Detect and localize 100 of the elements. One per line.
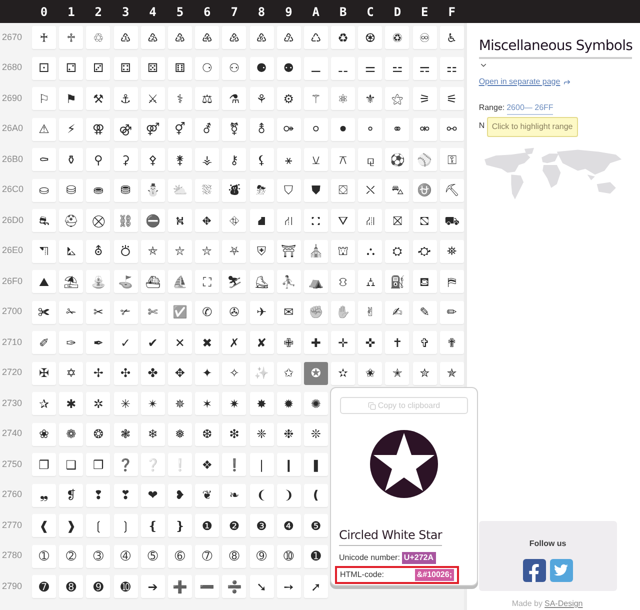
symbol-cell[interactable]: ✇ <box>222 300 246 324</box>
symbol-cell[interactable]: ⚛ <box>331 87 356 110</box>
symbol-cell[interactable]: ❚ <box>304 453 328 476</box>
symbol-cell[interactable]: ✮ <box>412 362 437 384</box>
symbol-cell[interactable]: ♽ <box>385 26 410 49</box>
symbol-cell[interactable]: ⚻ <box>331 148 356 171</box>
symbol-cell[interactable]: ✵ <box>168 392 192 415</box>
symbol-cell[interactable]: ✧ <box>222 362 246 384</box>
symbol-cell[interactable]: ⚊ <box>304 56 328 80</box>
symbol-cell[interactable]: ⛾ <box>412 270 437 293</box>
symbol-cell[interactable]: ⛚ <box>304 209 328 232</box>
symbol-cell[interactable]: ✆ <box>195 300 220 324</box>
symbol-cell[interactable]: ✈ <box>250 300 274 324</box>
symbol-cell[interactable]: ✡ <box>59 362 84 384</box>
symbol-cell[interactable]: ⛊ <box>304 178 328 202</box>
symbol-cell[interactable]: ✑ <box>59 331 84 354</box>
symbol-cell[interactable]: ⚨ <box>250 118 274 140</box>
symbol-cell[interactable]: ⛏ <box>440 178 464 202</box>
symbol-cell[interactable]: ❀ <box>32 422 56 446</box>
symbol-cell[interactable]: ⛘ <box>250 209 274 232</box>
symbol-cell[interactable]: ✴ <box>140 392 165 415</box>
symbol-cell[interactable]: ⛗ <box>222 209 246 232</box>
symbol-cell[interactable]: ⚄ <box>140 56 165 80</box>
symbol-cell[interactable]: ♷ <box>222 26 246 49</box>
symbol-cell[interactable]: ✒ <box>86 331 110 354</box>
symbol-cell[interactable]: ⚱ <box>59 148 84 171</box>
symbol-cell[interactable]: ⚽ <box>385 148 410 171</box>
symbol-cell[interactable]: ➓ <box>114 575 138 598</box>
symbol-cell[interactable]: ✲ <box>86 392 110 415</box>
symbol-cell[interactable]: ⛪ <box>304 240 328 262</box>
symbol-cell[interactable]: ♱ <box>59 26 84 49</box>
symbol-cell[interactable]: ♳ <box>114 26 138 49</box>
symbol-cell[interactable]: ⛒ <box>86 209 110 232</box>
symbol-cell[interactable]: ✉ <box>276 300 301 324</box>
symbol-cell[interactable]: ❈ <box>250 422 274 446</box>
symbol-cell[interactable]: ❒ <box>86 453 110 476</box>
symbol-cell[interactable]: ➃ <box>114 544 138 568</box>
symbol-cell[interactable]: ❣ <box>114 484 138 506</box>
symbol-cell[interactable]: ✸ <box>250 392 274 415</box>
symbol-cell[interactable]: ✝ <box>385 331 410 354</box>
symbol-cell[interactable]: ⚤ <box>140 118 165 140</box>
symbol-cell[interactable]: ⚕ <box>168 87 192 110</box>
symbol-cell[interactable]: ⚮ <box>412 118 437 140</box>
symbol-cell[interactable]: ⚲ <box>86 148 110 171</box>
symbol-cell[interactable]: ⚭ <box>385 118 410 140</box>
symbol-cell[interactable]: ⛩ <box>276 240 301 262</box>
symbol-cell[interactable]: ⚙ <box>276 87 301 110</box>
symbol-cell[interactable]: ⛶ <box>195 270 220 293</box>
symbol-cell[interactable]: ❰ <box>32 514 56 537</box>
symbol-cell[interactable]: ⚡ <box>59 118 84 140</box>
symbol-cell[interactable]: ❅ <box>168 422 192 446</box>
symbol-cell[interactable]: ⚈ <box>250 56 274 80</box>
symbol-cell[interactable]: ⛻ <box>331 270 356 293</box>
symbol-cell[interactable]: ⚃ <box>114 56 138 80</box>
symbol-cell[interactable]: ♰ <box>32 26 56 49</box>
symbol-cell[interactable]: ⛭ <box>385 240 410 262</box>
symbol-cell[interactable]: ⚴ <box>140 148 165 171</box>
symbol-cell[interactable]: ⚂ <box>86 56 110 80</box>
symbol-cell[interactable]: ❘ <box>250 453 274 476</box>
symbol-cell[interactable]: ➅ <box>168 544 192 568</box>
symbol-cell[interactable]: ✳ <box>114 392 138 415</box>
symbol-cell[interactable]: ❗ <box>222 453 246 476</box>
symbol-cell[interactable]: ⛜ <box>358 209 382 232</box>
symbol-cell[interactable]: ⛨ <box>250 240 274 262</box>
symbol-cell[interactable]: ⛲ <box>86 270 110 293</box>
symbol-cell[interactable]: ✭ <box>385 362 410 384</box>
symbol-cell[interactable]: ✏ <box>440 300 464 324</box>
symbol-cell[interactable]: ⚾ <box>412 148 437 171</box>
symbol-cell[interactable]: ⛮ <box>412 240 437 262</box>
symbol-cell[interactable]: ❸ <box>250 514 274 537</box>
symbol-cell[interactable]: ⛖ <box>195 209 220 232</box>
symbol-cell[interactable]: ⛠ <box>32 240 56 262</box>
symbol-cell[interactable]: ✐ <box>32 331 56 354</box>
symbol-cell[interactable]: ✠ <box>32 362 56 384</box>
symbol-cell[interactable]: ⛈ <box>250 178 274 202</box>
symbol-cell[interactable]: ⚏ <box>440 56 464 80</box>
symbol-cell[interactable]: ⛫ <box>331 240 356 262</box>
symbol-cell[interactable]: ⚹ <box>276 148 301 171</box>
symbol-cell[interactable]: ✃ <box>114 300 138 324</box>
symbol-cell[interactable]: ⛋ <box>331 178 356 202</box>
symbol-cell[interactable]: ❔ <box>140 453 165 476</box>
symbol-cell[interactable]: ❉ <box>276 422 301 446</box>
symbol-cell[interactable]: ⚳ <box>114 148 138 171</box>
symbol-cell[interactable]: ➉ <box>276 544 301 568</box>
symbol-cell[interactable]: ❊ <box>304 422 328 446</box>
symbol-cell[interactable]: ⚺ <box>304 148 328 171</box>
symbol-cell[interactable]: ➀ <box>32 544 56 568</box>
symbol-cell[interactable]: ⛰ <box>32 270 56 293</box>
symbol-cell[interactable]: ⛧ <box>222 240 246 262</box>
symbol-cell[interactable]: ⛆ <box>195 178 220 202</box>
symbol-cell[interactable]: ❢ <box>86 484 110 506</box>
symbol-cell[interactable]: ⚅ <box>168 56 192 80</box>
symbol-cell[interactable]: ⚯ <box>440 118 464 140</box>
symbol-cell[interactable]: ⛝ <box>385 209 410 232</box>
symbol-cell[interactable]: ➖ <box>195 575 220 598</box>
symbol-cell[interactable]: ❡ <box>59 484 84 506</box>
symbol-cell[interactable]: ❙ <box>276 453 301 476</box>
symbol-cell[interactable]: ⛸ <box>250 270 274 293</box>
symbol-cell[interactable]: ❃ <box>114 422 138 446</box>
symbol-cell[interactable]: ⛽ <box>385 270 410 293</box>
